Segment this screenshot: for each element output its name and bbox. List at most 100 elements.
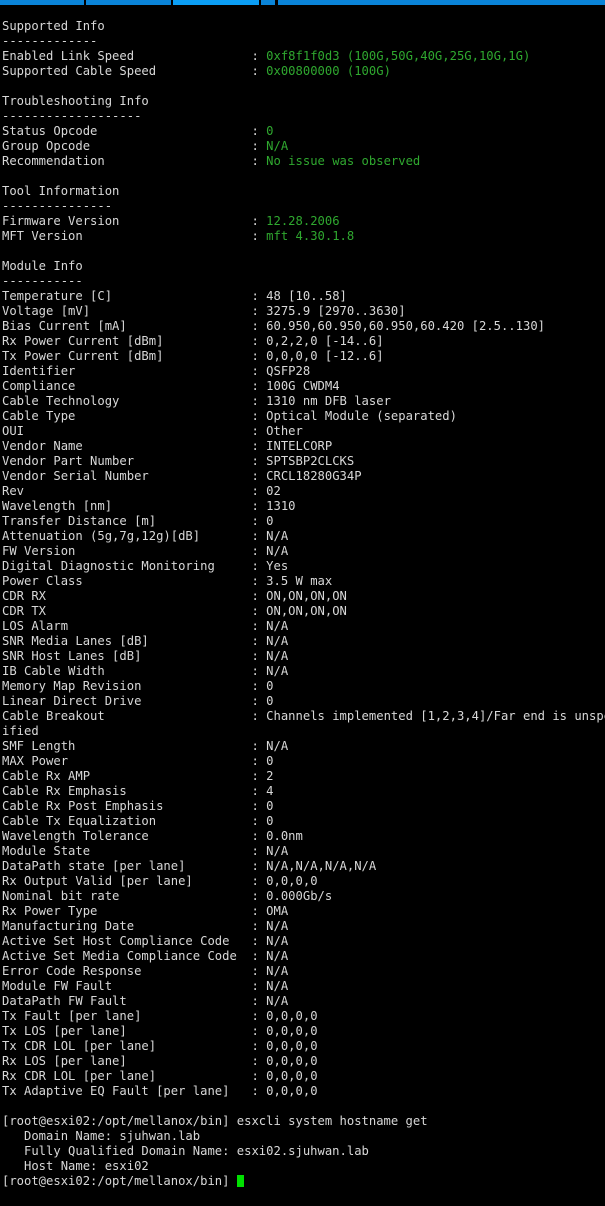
output-row-label: Digital Diagnostic Monitoring [2, 559, 252, 573]
terminal-text-line: Host Name: esxi02 [2, 1159, 605, 1174]
terminal-window[interactable]: Supported Info ------------- Enabled Link … [0, 6, 605, 1206]
output-row: Error Code Response : N/A [2, 964, 605, 979]
section-heading-text: Module Info [2, 259, 83, 273]
output-row: Bias Current [mA] : 60.950,60.950,60.950… [2, 319, 605, 334]
output-row: Compliance : 100G CWDM4 [2, 379, 605, 394]
output-row: DataPath state [per lane] : N/A,N/A,N/A,… [2, 859, 605, 874]
output-row: MAX Power : 0 [2, 754, 605, 769]
output-row-value: N/A [266, 964, 289, 978]
tab-2[interactable] [86, 0, 171, 5]
output-row-separator: : [251, 1024, 267, 1038]
terminal-text: Fully Qualified Domain Name: esxi02.sjuh… [2, 1144, 369, 1158]
output-row-value: SPTSBP2CLCKS [266, 454, 355, 468]
output-row-value: N/A [266, 919, 289, 933]
output-row-value: N/A [266, 979, 289, 993]
terminal-text-line: [root@esxi02:/opt/mellanox/bin] esxcli s… [2, 1114, 605, 1129]
output-row-separator: : [251, 1039, 267, 1053]
output-row-label: Tx Fault [per lane] [2, 1009, 252, 1023]
output-row-value: 60.950,60.950,60.950,60.420 [2.5..130] [266, 319, 545, 333]
output-row-label: Rx CDR LOL [per lane] [2, 1069, 252, 1083]
output-row-label: OUI [2, 424, 252, 438]
output-row-label: Temperature [C] [2, 289, 252, 303]
output-row-label: DataPath FW Fault [2, 994, 252, 1008]
output-row-value: 0.000Gb/s [266, 889, 333, 903]
output-row-value: 0 [266, 754, 274, 768]
section-heading-text: Supported Info [2, 19, 105, 33]
output-row-value: N/A,N/A,N/A,N/A [266, 859, 377, 873]
tab-5[interactable] [278, 0, 605, 5]
output-row-value: INTELCORP [266, 439, 333, 453]
terminal-text-line: Fully Qualified Domain Name: esxi02.sjuh… [2, 1144, 605, 1159]
output-row: SMF Length : N/A [2, 739, 605, 754]
output-row: Enabled Link Speed : 0xf8f1f0d3 (100G,50… [2, 49, 605, 64]
output-row-label: Cable Rx AMP [2, 769, 252, 783]
output-row-separator: : [251, 559, 267, 573]
output-row-label: Memory Map Revision [2, 679, 252, 693]
tab-3-active[interactable] [173, 0, 259, 5]
section-underline: --------------- [2, 199, 605, 214]
output-row-separator: : [251, 379, 267, 393]
output-row-separator: : [251, 319, 267, 333]
output-row-separator: : [251, 904, 267, 918]
output-row: Voltage [mV] : 3275.9 [2970..3630] [2, 304, 605, 319]
output-row-value: 2 [266, 769, 274, 783]
output-row-separator: : [251, 424, 267, 438]
output-row-separator: : [251, 1009, 267, 1023]
output-row-label: Cable Technology [2, 394, 252, 408]
tab-1[interactable] [0, 0, 84, 5]
output-row-value: 0,0,0,0 [266, 1054, 318, 1068]
output-row-label: DataPath state [per lane] [2, 859, 252, 873]
output-row-value: 100G CWDM4 [266, 379, 340, 393]
output-row-label: Tx Power Current [dBm] [2, 349, 252, 363]
output-row: Tx Fault [per lane] : 0,0,0,0 [2, 1009, 605, 1024]
output-row-value: 3.5 W max [266, 574, 333, 588]
output-row-separator: : [251, 874, 267, 888]
output-row-value: 0,0,0,0 [266, 1069, 318, 1083]
output-row-separator: : [251, 484, 267, 498]
output-row-label: Rx Power Current [dBm] [2, 334, 252, 348]
output-row: Firmware Version : 12.28.2006 [2, 214, 605, 229]
output-row-separator: : [251, 754, 267, 768]
output-row-label: Status Opcode [2, 124, 252, 138]
output-row: Power Class : 3.5 W max [2, 574, 605, 589]
output-row: Vendor Serial Number : CRCL18280G34P [2, 469, 605, 484]
output-row-separator: : [251, 679, 267, 693]
terminal-text: Domain Name: sjuhwan.lab [2, 1129, 201, 1143]
output-row-separator: : [251, 349, 267, 363]
output-row-label: Rev [2, 484, 252, 498]
output-row-separator: : [251, 889, 267, 903]
output-row-separator: : [251, 799, 267, 813]
output-row-value: N/A [266, 619, 289, 633]
output-row-label: Transfer Distance [m] [2, 514, 252, 528]
output-row-label: Tx Adaptive EQ Fault [per lane] [2, 1084, 252, 1098]
tab-4[interactable] [261, 0, 275, 5]
output-row: IB Cable Width : N/A [2, 664, 605, 679]
output-row: Recommendation : No issue was observed [2, 154, 605, 169]
section-heading: Module Info [2, 259, 605, 274]
output-row: Rev : 02 [2, 484, 605, 499]
section-heading: Supported Info [2, 19, 605, 34]
output-row: Rx LOS [per lane] : 0,0,0,0 [2, 1054, 605, 1069]
output-row-value: N/A [266, 664, 289, 678]
output-row-separator: : [251, 529, 267, 543]
output-row: Identifier : QSFP28 [2, 364, 605, 379]
output-row-label: CDR TX [2, 604, 252, 618]
shell-prompt-line[interactable]: [root@esxi02:/opt/mellanox/bin] [2, 1174, 605, 1189]
output-row-value: 4 [266, 784, 274, 798]
output-row-value: Other [266, 424, 303, 438]
output-row: Tx LOS [per lane] : 0,0,0,0 [2, 1024, 605, 1039]
output-row-value: 48 [10..58] [266, 289, 347, 303]
output-row-value: 12.28.2006 [266, 214, 340, 228]
output-row-label: MAX Power [2, 754, 252, 768]
terminal-text: [root@esxi02:/opt/mellanox/bin] esxcli s… [2, 1114, 428, 1128]
output-row: Digital Diagnostic Monitoring : Yes [2, 559, 605, 574]
output-row: DataPath FW Fault : N/A [2, 994, 605, 1009]
output-row-label: MFT Version [2, 229, 252, 243]
output-row: Tx Adaptive EQ Fault [per lane] : 0,0,0,… [2, 1084, 605, 1099]
output-row: Attenuation (5g,7g,12g)[dB] : N/A [2, 529, 605, 544]
output-row: LOS Alarm : N/A [2, 619, 605, 634]
output-row-label: Tx CDR LOL [per lane] [2, 1039, 252, 1053]
output-row-label: Enabled Link Speed [2, 49, 252, 63]
